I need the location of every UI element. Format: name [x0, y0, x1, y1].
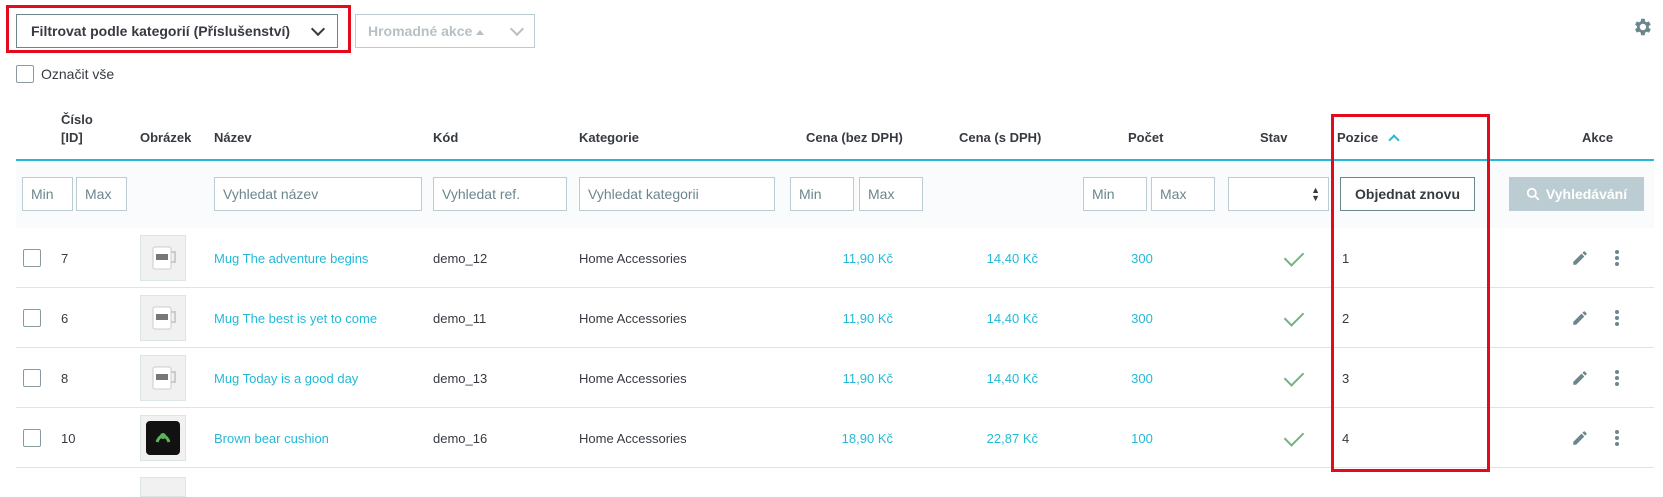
product-thumbnail	[140, 415, 186, 461]
qty-max-input[interactable]: Max	[1151, 177, 1215, 211]
ref-search-input[interactable]: Vyhledat ref.	[433, 177, 567, 211]
col-header-qty[interactable]: Počet	[1128, 130, 1163, 145]
gear-icon[interactable]	[1631, 16, 1653, 38]
product-thumbnail	[140, 477, 186, 497]
col-header-name[interactable]: Název	[214, 130, 252, 145]
product-category: Home Accessories	[579, 250, 687, 266]
product-code: demo_13	[433, 370, 488, 386]
product-thumbnail	[140, 295, 186, 341]
search-icon	[1526, 187, 1540, 201]
check-icon[interactable]	[1283, 365, 1305, 387]
category-search-input[interactable]: Vyhledat kategorii	[579, 177, 775, 211]
product-category: Home Accessories	[579, 370, 687, 386]
price-min-input[interactable]: Min	[790, 177, 854, 211]
product-name-link[interactable]: Mug The best is yet to come	[214, 289, 377, 347]
more-vertical-icon[interactable]	[1614, 429, 1620, 447]
product-id: 8	[61, 370, 69, 386]
product-id: 7	[61, 250, 69, 266]
price-ex-link[interactable]: 18,90 Kč	[797, 409, 893, 467]
check-icon[interactable]	[1283, 245, 1305, 267]
id-min-input[interactable]: Min	[22, 177, 73, 211]
chevron-down-icon	[310, 21, 326, 37]
edit-pencil-icon[interactable]	[1571, 429, 1589, 447]
product-name-link[interactable]: Mug The adventure begins	[214, 229, 368, 287]
edit-pencil-icon[interactable]	[1571, 249, 1589, 267]
product-thumbnail	[140, 355, 186, 401]
col-header-id-sub: [ID]	[61, 130, 83, 145]
check-icon[interactable]	[1283, 425, 1305, 447]
select-arrows-icon: ▲ ▼	[1311, 185, 1320, 203]
search-button-label: Vyhledávání	[1545, 186, 1628, 202]
more-vertical-icon[interactable]	[1614, 309, 1620, 327]
product-category: Home Accessories	[579, 430, 687, 446]
price-inc-link[interactable]: 14,40 Kč	[942, 229, 1038, 287]
row-checkbox[interactable]	[23, 429, 41, 447]
category-filter-button[interactable]: Filtrovat podle kategorií (Příslušenství…	[16, 14, 338, 48]
price-inc-link[interactable]: 14,40 Kč	[942, 349, 1038, 407]
col-header-id[interactable]: Číslo [ID]	[61, 111, 93, 147]
more-vertical-icon[interactable]	[1614, 369, 1620, 387]
col-header-id-label: Číslo	[61, 112, 93, 127]
quantity-link[interactable]: 300	[1122, 289, 1162, 347]
quantity-link[interactable]: 300	[1122, 349, 1162, 407]
product-code: demo_12	[433, 250, 488, 266]
product-thumbnail	[140, 235, 186, 281]
price-ex-link[interactable]: 11,90 Kč	[797, 229, 893, 287]
col-header-actions: Akce	[1582, 130, 1614, 145]
col-header-status[interactable]: Stav	[1260, 130, 1287, 145]
more-vertical-icon[interactable]	[1614, 249, 1620, 267]
col-header-code[interactable]: Kód	[433, 130, 458, 145]
product-id: 10	[61, 430, 76, 446]
row-checkbox[interactable]	[23, 249, 41, 267]
id-max-input[interactable]: Max	[76, 177, 127, 211]
edit-pencil-icon[interactable]	[1571, 309, 1589, 327]
row-checkbox[interactable]	[23, 369, 41, 387]
qty-min-input[interactable]: Min	[1083, 177, 1147, 211]
row-checkbox[interactable]	[23, 309, 41, 327]
price-max-input[interactable]: Max	[859, 177, 923, 211]
name-search-input[interactable]: Vyhledat název	[214, 177, 422, 211]
product-id: 6	[61, 310, 69, 326]
caret-up-icon	[476, 29, 485, 35]
product-name-link[interactable]: Brown bear cushion	[214, 409, 329, 467]
quantity-link[interactable]: 300	[1122, 229, 1162, 287]
select-all-checkbox[interactable]	[16, 65, 34, 83]
price-ex-link[interactable]: 11,90 Kč	[797, 349, 893, 407]
col-header-price-inc[interactable]: Cena (s DPH)	[959, 130, 1041, 145]
select-all-label: Označit vše	[41, 66, 115, 82]
chevron-down-icon	[509, 21, 525, 37]
product-name-link[interactable]: Mug Today is a good day	[214, 349, 358, 407]
price-inc-link[interactable]: 14,40 Kč	[942, 289, 1038, 347]
position-highlight-box	[1331, 114, 1490, 472]
check-icon[interactable]	[1283, 305, 1305, 327]
edit-pencil-icon[interactable]	[1571, 369, 1589, 387]
status-select[interactable]: ▲ ▼	[1228, 177, 1329, 211]
product-category: Home Accessories	[579, 310, 687, 326]
quantity-link[interactable]: 100	[1122, 409, 1162, 467]
bulk-actions-button[interactable]: Hromadné akce	[355, 14, 535, 48]
col-header-price-ex[interactable]: Cena (bez DPH)	[806, 130, 903, 145]
col-header-category[interactable]: Kategorie	[579, 130, 639, 145]
bulk-actions-label: Hromadné akce	[368, 23, 473, 39]
product-code: demo_11	[433, 310, 487, 326]
price-inc-link[interactable]: 22,87 Kč	[942, 409, 1038, 467]
price-ex-link[interactable]: 11,90 Kč	[797, 289, 893, 347]
category-filter-label: Filtrovat podle kategorií (Příslušenství…	[31, 23, 291, 39]
product-code: demo_16	[433, 430, 488, 446]
col-header-image: Obrázek	[140, 130, 192, 145]
search-button[interactable]: Vyhledávání	[1509, 177, 1644, 211]
